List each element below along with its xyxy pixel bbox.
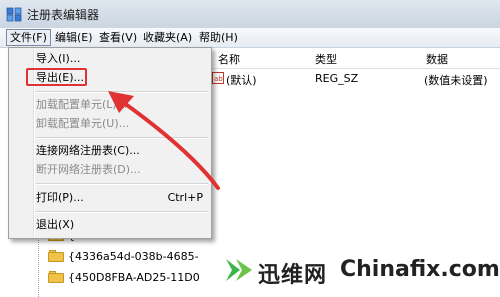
column-header-data[interactable]: 数据	[426, 51, 448, 67]
annotation-highlight-box	[26, 68, 87, 86]
menu-item-print[interactable]: 打印(P)...	[36, 189, 84, 207]
watermark-cn: 迅维网	[258, 263, 328, 288]
chinafix-logo-icon	[226, 259, 252, 281]
window-title: 注册表编辑器	[27, 8, 100, 22]
title-bar: 注册表编辑器	[0, 0, 500, 29]
menu-edit[interactable]: 编辑(E)	[52, 30, 96, 45]
menu-help[interactable]: 帮助(H)	[196, 30, 241, 45]
value-data: (数值未设置)	[424, 74, 488, 87]
menu-item-disconnect-network-registry[interactable]: 断开网络注册表(D)...	[36, 161, 141, 179]
string-value-icon: ab	[212, 72, 224, 84]
menu-bar: 文件(F) 编辑(E) 查看(V) 收藏夹(A) 帮助(H)	[0, 28, 500, 48]
tree-item-label: {4336a54d-038b-4685-	[68, 250, 199, 263]
svg-text:ab: ab	[214, 75, 223, 83]
menu-item-load-hive[interactable]: 加载配置单元(L)...	[36, 96, 127, 114]
menu-separator	[36, 137, 208, 139]
print-shortcut: Ctrl+P	[167, 191, 203, 204]
menu-view[interactable]: 查看(V)	[96, 30, 140, 45]
menu-item-unload-hive[interactable]: 卸载配置单元(U)...	[36, 115, 129, 133]
tree-item-label: {450D8FBA-AD25-11D0	[68, 271, 200, 284]
watermark-en: Chinafix.com	[340, 257, 500, 282]
regedit-icon	[6, 7, 22, 22]
folder-icon	[48, 271, 64, 283]
column-header-name[interactable]: 名称	[218, 51, 240, 67]
menu-separator	[36, 91, 208, 93]
menu-separator	[36, 211, 208, 213]
list-header: 名称 类型 数据	[208, 48, 500, 69]
menu-favorites[interactable]: 收藏夹(A)	[140, 30, 195, 45]
menu-item-connect-network-registry[interactable]: 连接网络注册表(C)...	[36, 142, 140, 160]
value-type: REG_SZ	[315, 72, 359, 85]
menu-item-exit[interactable]: 退出(X)	[36, 216, 74, 234]
menu-item-import[interactable]: 导入(I)...	[36, 50, 80, 68]
folder-icon	[48, 250, 64, 262]
menu-file[interactable]: 文件(F)	[6, 29, 51, 46]
value-name: (默认)	[226, 74, 257, 87]
column-header-type[interactable]: 类型	[315, 51, 337, 67]
menu-separator	[36, 183, 208, 185]
